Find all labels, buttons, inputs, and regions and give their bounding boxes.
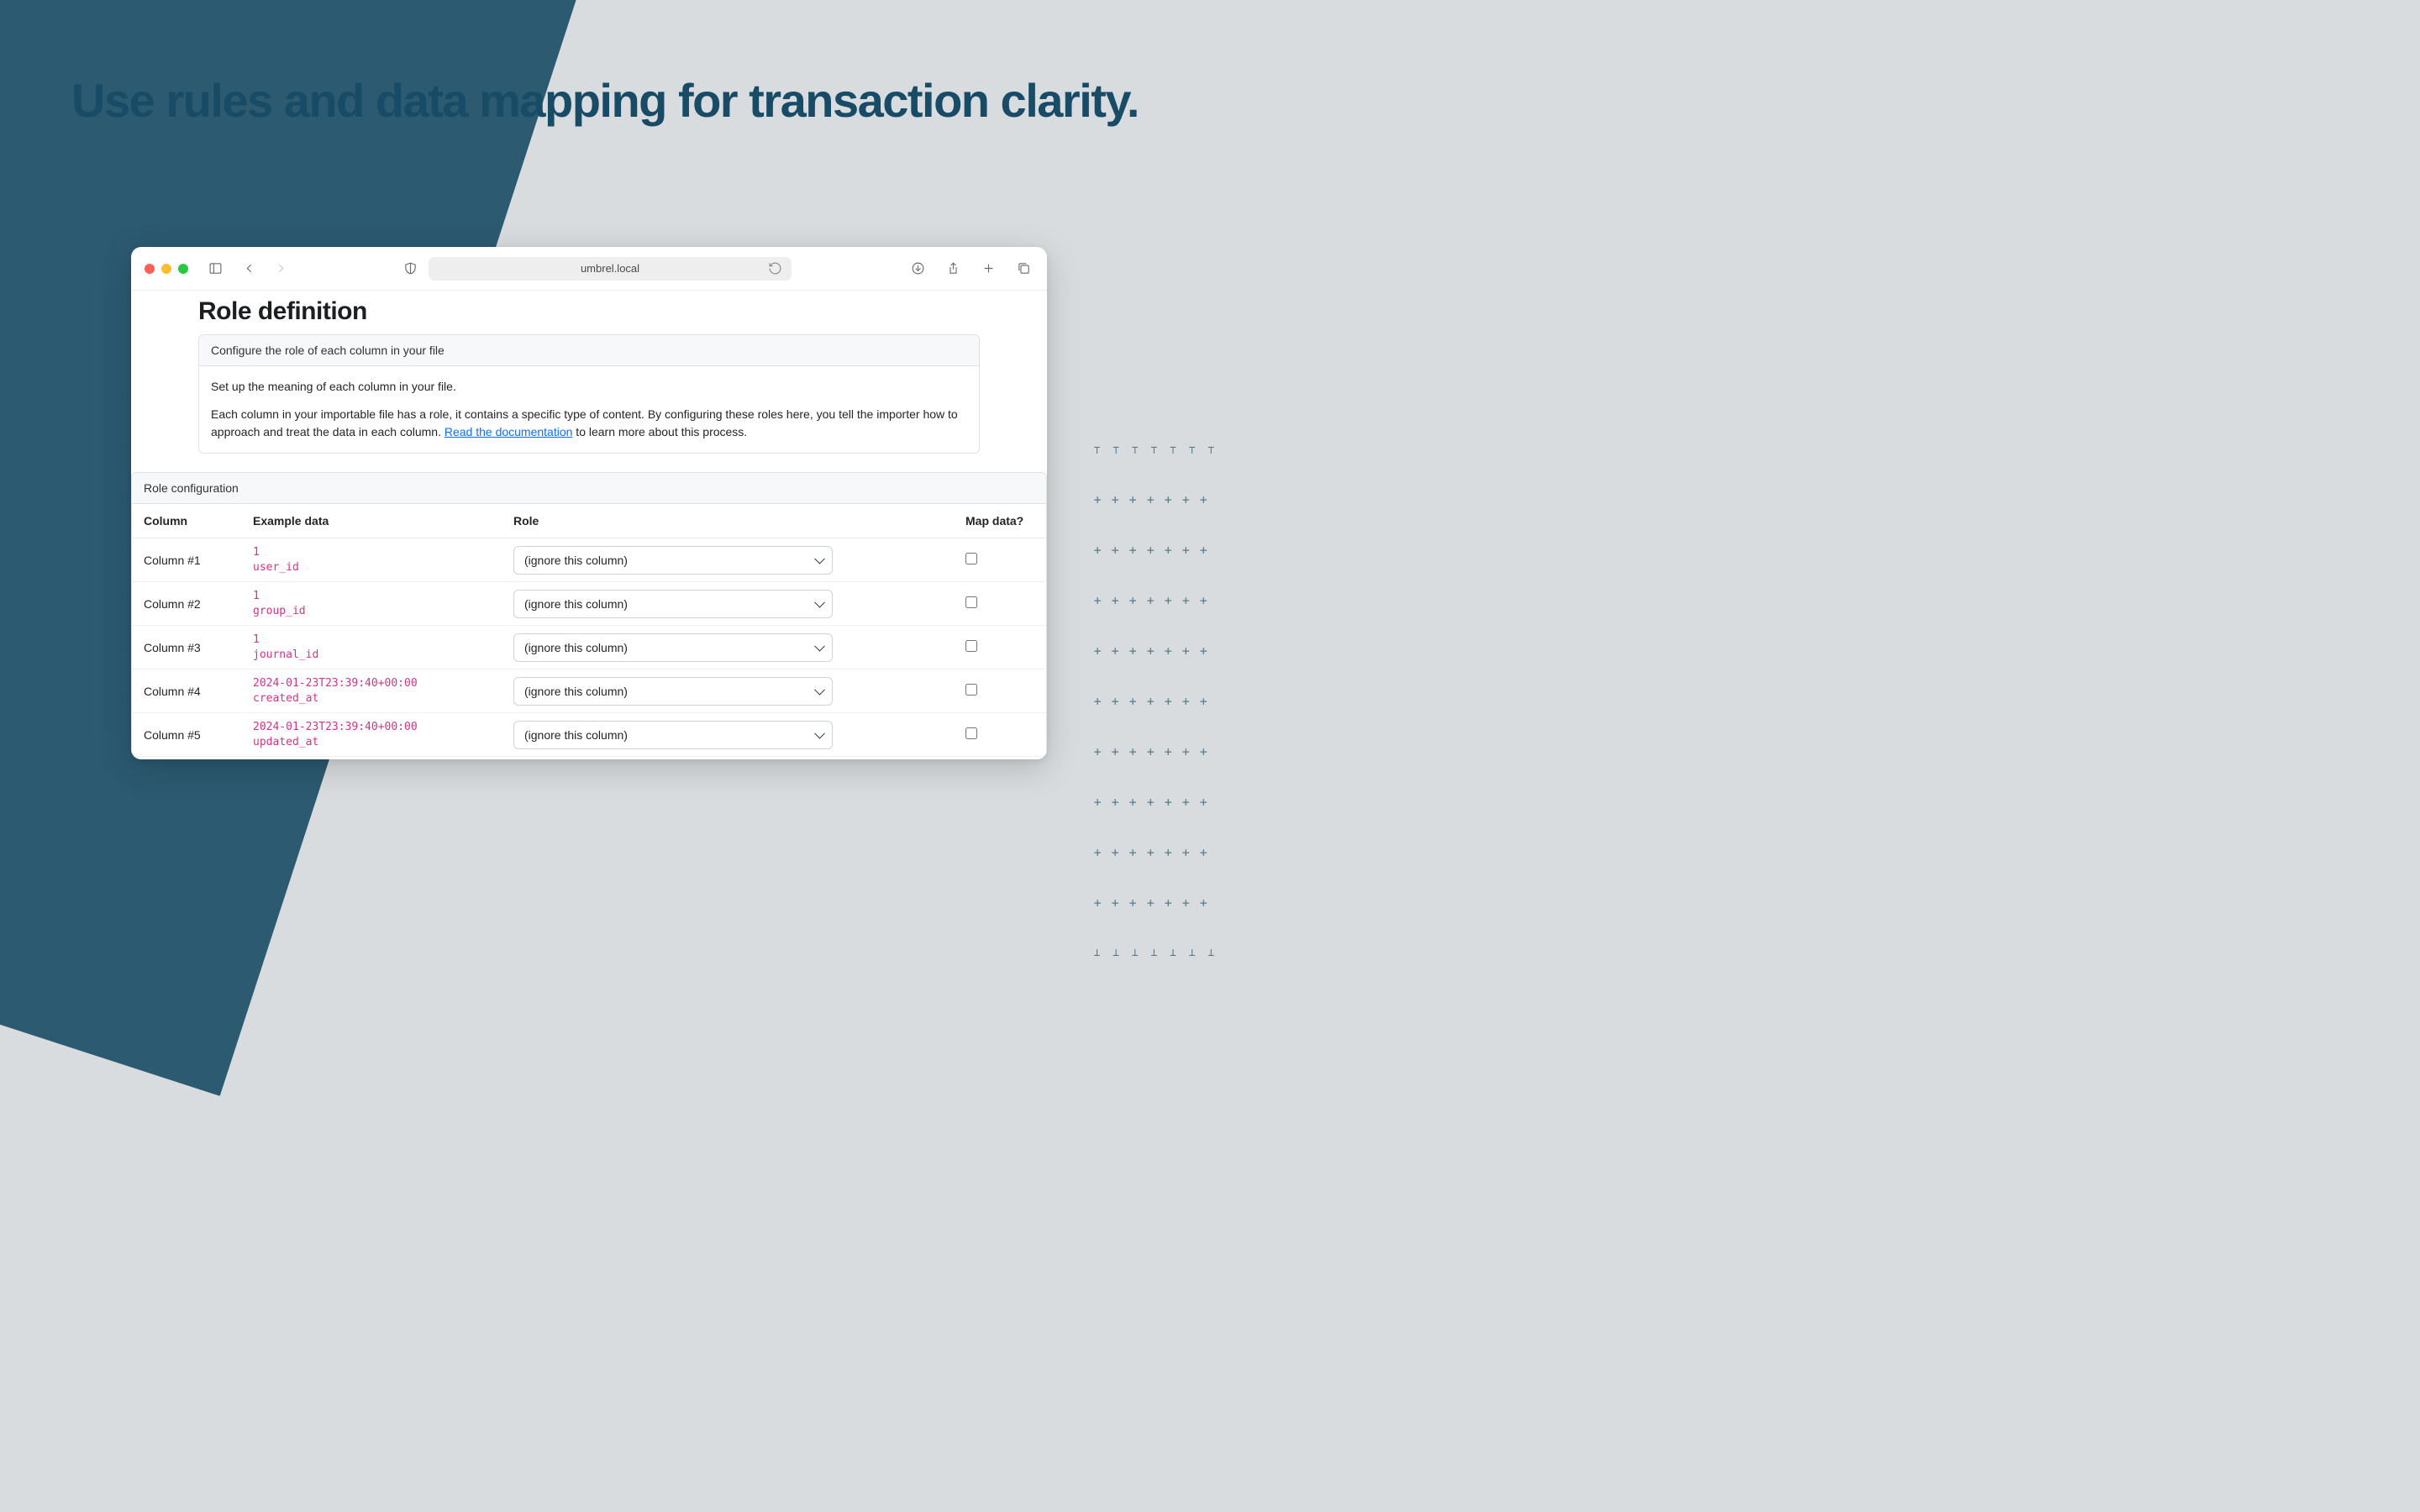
role-cell: (ignore this column) (502, 713, 954, 757)
map-data-checkbox[interactable] (965, 640, 977, 652)
browser-window: umbrel.local Role definition Configure t… (131, 247, 1047, 759)
downloads-icon[interactable] (908, 259, 928, 279)
example-data: 1group_id (241, 582, 502, 626)
address-text: umbrel.local (581, 262, 639, 275)
role-cell: (ignore this column) (502, 757, 954, 759)
role-table: Column Example data Role Map data? Colum… (132, 504, 1046, 759)
role-select[interactable]: (ignore this column) (513, 546, 833, 575)
role-select[interactable]: (ignore this column) (513, 590, 833, 618)
role-select[interactable]: (ignore this column) (513, 721, 833, 749)
th-example: Example data (241, 504, 502, 538)
intro-paragraph-1: Set up the meaning of each column in you… (211, 378, 967, 396)
th-column: Column (132, 504, 241, 538)
tabs-overview-icon[interactable] (1013, 259, 1034, 279)
role-cell: (ignore this column) (502, 626, 954, 669)
page-title: Role definition (198, 297, 980, 326)
table-row: Column #11user_id (ignore this column) (132, 538, 1046, 582)
example-data: group_title (241, 757, 502, 759)
table-row: Column #21group_id (ignore this column) (132, 582, 1046, 626)
forward-button-icon[interactable] (271, 259, 291, 279)
example-data: 1user_id (241, 538, 502, 582)
map-cell (954, 713, 1046, 757)
browser-toolbar: umbrel.local (131, 247, 1047, 291)
example-data: 1journal_id (241, 626, 502, 669)
table-row: Column #52024-01-23T23:39:40+00:00update… (132, 713, 1046, 757)
table-row: Column #31journal_id (ignore this column) (132, 626, 1046, 669)
role-configuration-card: Role configuration Column Example data R… (131, 472, 1047, 759)
column-name: Column #2 (132, 582, 241, 626)
column-name: Column #1 (132, 538, 241, 582)
sidebar-toggle-icon[interactable] (205, 259, 225, 279)
role-cell: (ignore this column) (502, 538, 954, 582)
example-data: 2024-01-23T23:39:40+00:00created_at (241, 669, 502, 713)
window-controls (145, 264, 188, 274)
new-tab-icon[interactable] (978, 259, 998, 279)
column-name: Column #3 (132, 626, 241, 669)
address-bar[interactable]: umbrel.local (429, 257, 792, 281)
role-select[interactable]: (ignore this column) (513, 633, 833, 662)
table-row: Column #6group_title(ignore this column) (132, 757, 1046, 759)
intro-card-body: Set up the meaning of each column in you… (199, 366, 979, 453)
decorative-plus-grid-right: ⊤⊤⊤⊤⊤⊤⊤ +++++++ +++++++ +++++++ +++++++ … (1094, 420, 1227, 984)
close-window-button[interactable] (145, 264, 155, 274)
intro-card: Configure the role of each column in you… (198, 334, 980, 454)
map-cell (954, 538, 1046, 582)
th-role: Role (502, 504, 954, 538)
map-data-checkbox[interactable] (965, 596, 977, 608)
column-name: Column #4 (132, 669, 241, 713)
reload-icon[interactable] (765, 259, 785, 279)
th-map: Map data? (954, 504, 1046, 538)
map-data-checkbox[interactable] (965, 553, 977, 564)
maximize-window-button[interactable] (178, 264, 188, 274)
map-cell (954, 669, 1046, 713)
map-cell (954, 757, 1046, 759)
documentation-link[interactable]: Read the documentation (445, 425, 573, 438)
map-cell (954, 626, 1046, 669)
back-button-icon[interactable] (239, 259, 259, 279)
table-header-row: Column Example data Role Map data? (132, 504, 1046, 538)
example-data: 2024-01-23T23:39:40+00:00updated_at (241, 713, 502, 757)
column-name: Column #5 (132, 713, 241, 757)
map-cell (954, 582, 1046, 626)
intro-card-header: Configure the role of each column in you… (199, 335, 979, 366)
share-icon[interactable] (943, 259, 963, 279)
role-select[interactable]: (ignore this column) (513, 677, 833, 706)
map-data-checkbox[interactable] (965, 684, 977, 696)
headline: Use rules and data mapping for transacti… (0, 71, 1210, 132)
role-configuration-header: Role configuration (132, 473, 1046, 504)
column-name: Column #6 (132, 757, 241, 759)
table-row: Column #42024-01-23T23:39:40+00:00create… (132, 669, 1046, 713)
minimize-window-button[interactable] (161, 264, 171, 274)
page-content: Role definition Configure the role of ea… (131, 291, 1047, 759)
shield-icon[interactable] (400, 259, 420, 279)
role-cell: (ignore this column) (502, 582, 954, 626)
role-cell: (ignore this column) (502, 669, 954, 713)
map-data-checkbox[interactable] (965, 727, 977, 739)
intro-paragraph-2: Each column in your importable file has … (211, 406, 967, 441)
